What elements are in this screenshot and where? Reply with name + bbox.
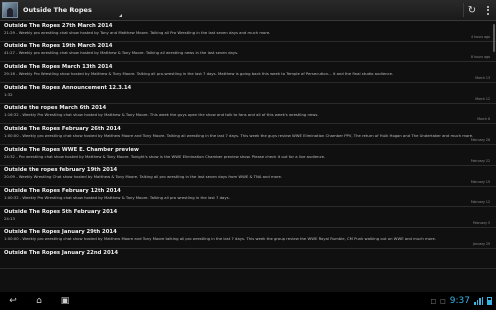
list-item[interactable]: Outside The Ropes January 29th 2014 1:00:… (0, 228, 496, 249)
item-title: Outside the ropes March 6th 2014 (4, 105, 107, 112)
item-date: January 29 (472, 241, 490, 246)
item-title: Outside The Ropes February 12th 2014 (4, 188, 121, 194)
item-date: February 26 (470, 138, 490, 143)
item-title: Outside The Ropes 27th March 2014 (4, 22, 113, 29)
app-logo-icon[interactable] (2, 2, 18, 18)
battery-icon (487, 297, 492, 305)
item-date: March 6 (477, 117, 490, 122)
list-item[interactable]: Outside The Ropes March 13th 2014 29:16 -… (0, 62, 496, 84)
item-date: February 5 (472, 220, 490, 225)
item-description: 1:00:00 - Weekly pro wrestling chat show… (4, 236, 436, 242)
list-item[interactable]: Outside The Ropes February 12th 2014 1:00… (0, 187, 496, 208)
item-title: Outside The Ropes February 26th 2014 (4, 125, 121, 132)
list-item[interactable]: Outside the ropes March 6th 2014 1:16:32 … (0, 104, 496, 125)
item-description: 24:32 - Pro wrestling chat show hosted b… (4, 153, 326, 159)
item-description: 21:29 - Weekly pro wrestling chat show h… (4, 29, 271, 35)
list-item[interactable]: Outside The Ropes February 26th 2014 1:00… (0, 124, 496, 146)
clock: 9:37 (449, 296, 470, 306)
list-item[interactable]: Outside The Ropes Announcement 12.3.14 1:… (0, 83, 496, 104)
item-description: 1:32 (4, 91, 13, 97)
action-bar: Outside The Ropes ↻ (0, 0, 496, 21)
list-item[interactable]: Outside the ropes february 19th 2014 20:0… (0, 166, 496, 187)
item-title: Outside The Ropes WWE E. Chamber preview (4, 146, 139, 153)
list-item[interactable]: Outside The Ropes 5th February 2014 24:13… (0, 207, 496, 228)
system-bar: ↩ ⌂ ▣ □ □ 9:37 (0, 292, 496, 310)
signal-icon (474, 297, 483, 305)
list-item[interactable]: Outside The Ropes 27th March 2014 21:29 -… (0, 21, 496, 42)
item-description: 20:09 - Weekly Wrestling Chat show hoste… (4, 174, 283, 180)
item-title: Outside The Ropes January 29th 2014 (4, 229, 117, 236)
item-date: 4 hours ago (471, 34, 490, 39)
item-title: Outside The Ropes Announcement 12.3.14 (4, 84, 132, 91)
refresh-icon[interactable]: ↻ (464, 0, 480, 20)
item-title: Outside the ropes february 19th 2014 (4, 167, 118, 174)
notification-icon-2[interactable]: □ (440, 298, 446, 305)
item-description: 29:16 - Weekly Pro Wrestling show hosted… (4, 70, 394, 76)
item-title: Outside The Ropes 5th February 2014 (4, 208, 118, 215)
recent-apps-icon[interactable]: ▣ (52, 292, 78, 310)
item-date: March 12 (475, 96, 490, 101)
item-date: February 12 (470, 200, 490, 205)
scrollbar[interactable] (493, 24, 495, 52)
app-title: Outside The Ropes (23, 6, 92, 14)
home-icon[interactable]: ⌂ (26, 292, 52, 310)
list-item[interactable]: Outside The Ropes 19th March 2014 41:27 -… (0, 42, 496, 63)
episode-list[interactable]: Outside The Ropes 27th March 2014 21:29 -… (0, 21, 496, 291)
list-item[interactable]: Outside The Ropes January 22nd 2014 (0, 249, 496, 270)
item-description: 1:00:32 - Weekly Pro Wrestling chat show… (4, 195, 230, 200)
item-description: 41:27 - Weekly pro wrestling chat show h… (4, 50, 239, 56)
item-date: 8 hours ago (471, 55, 490, 60)
dropdown-caret-icon (119, 14, 122, 17)
notification-icon[interactable]: □ (430, 298, 436, 305)
item-description: 24:13 (4, 215, 15, 221)
item-title: Outside The Ropes 19th March 2014 (4, 43, 113, 50)
overflow-menu-icon[interactable] (480, 0, 496, 20)
item-date: February 22 (470, 158, 490, 163)
item-description: 1:00:00 - Weekly pro wrestling chat show… (4, 132, 474, 138)
item-title: Outside The Ropes March 13th 2014 (4, 63, 113, 70)
item-date: February 19 (470, 179, 490, 184)
item-description: 1:16:32 - Weekly Pro Wrestling chat show… (4, 112, 319, 118)
list-item[interactable]: Outside The Ropes WWE E. Chamber preview… (0, 145, 496, 166)
back-icon[interactable]: ↩ (0, 292, 26, 310)
item-date: March 13 (475, 76, 490, 81)
item-title: Outside The Ropes January 22nd 2014 (4, 250, 119, 257)
